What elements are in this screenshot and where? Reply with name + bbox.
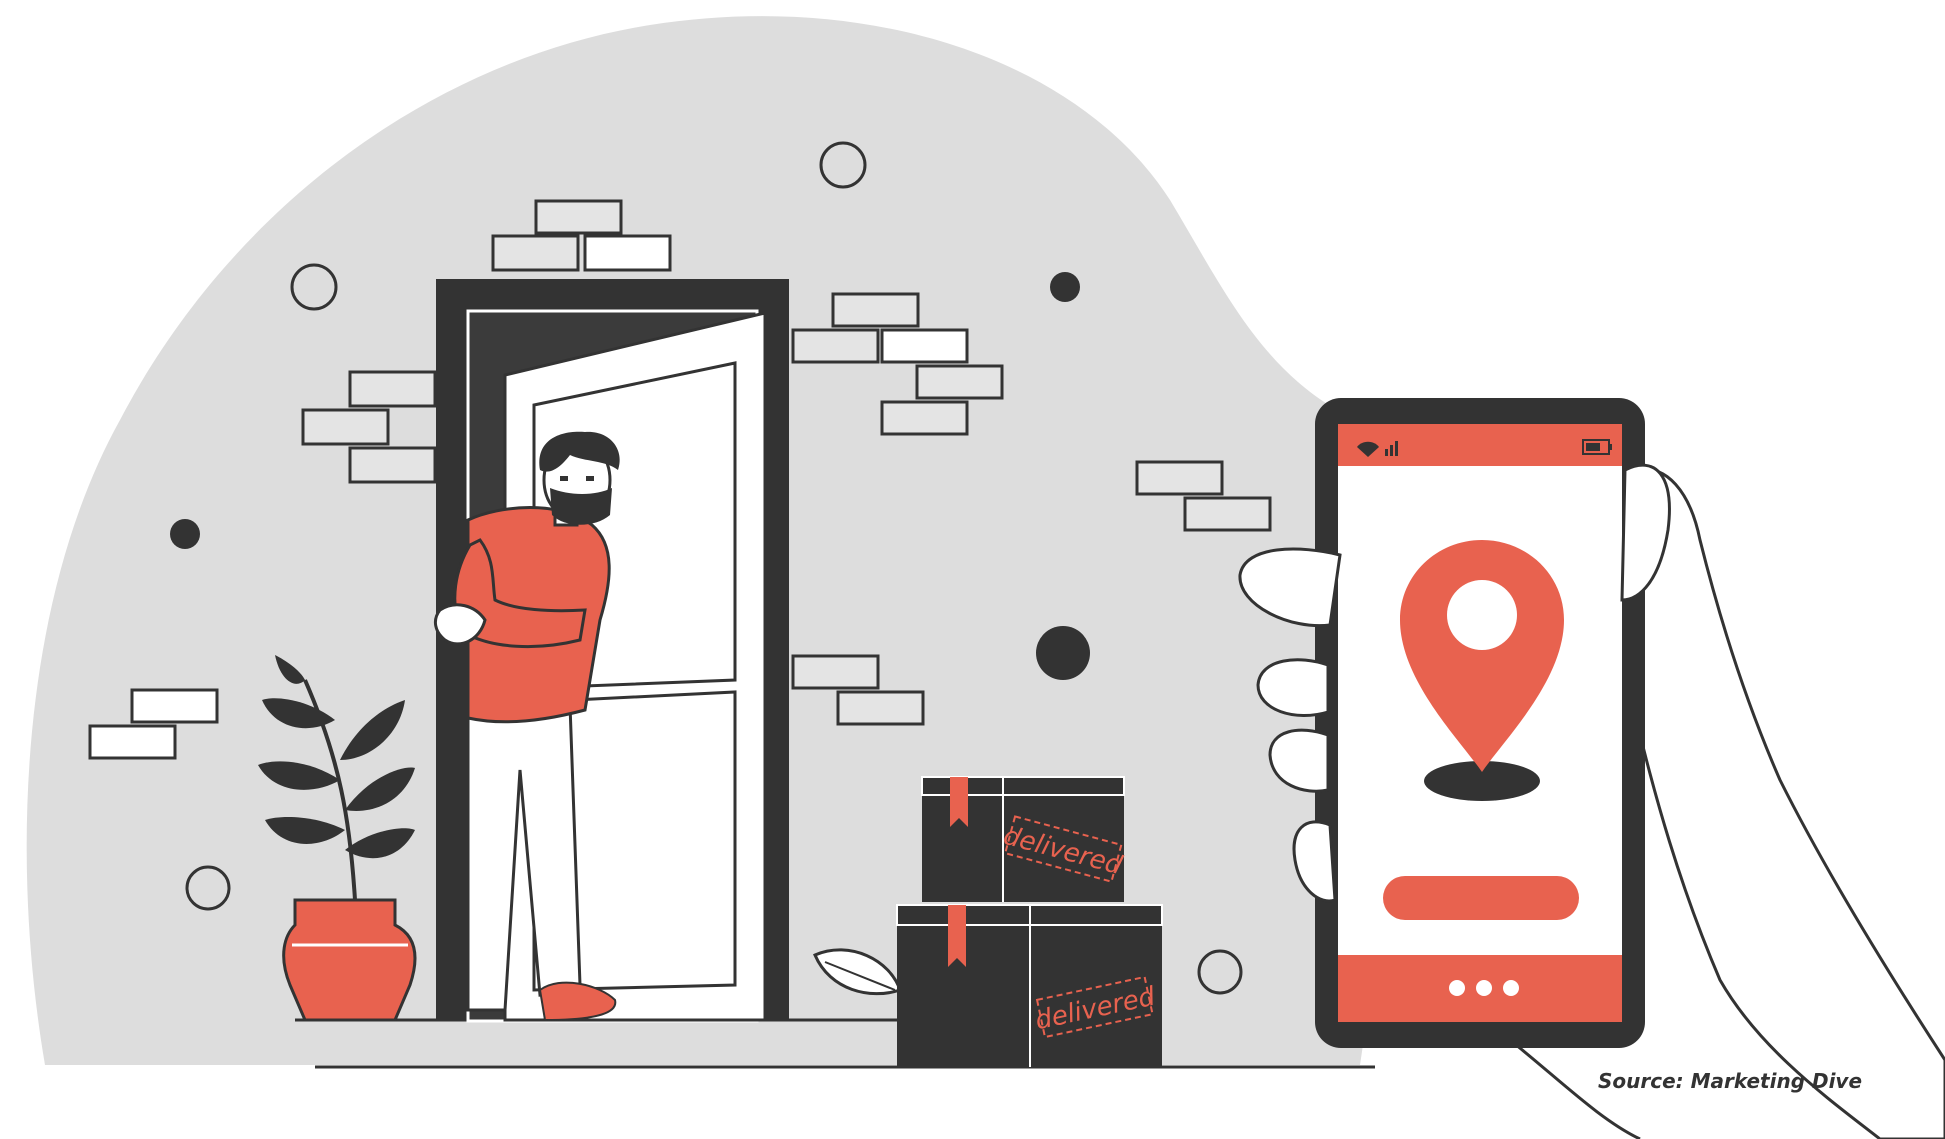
- brick: [836, 690, 925, 726]
- delivery-illustration: delivered delivered: [26, 16, 1945, 1139]
- circle-filled-decoration: [1036, 626, 1090, 680]
- man-eyes: [560, 476, 568, 481]
- delivered-boxes: delivered delivered: [896, 776, 1163, 1067]
- phone-action-bar: [1383, 876, 1579, 920]
- nav-dot-icon: [1476, 980, 1492, 996]
- box-bottom-tape: [948, 905, 966, 967]
- brick: [88, 724, 177, 760]
- brick: [880, 328, 969, 364]
- brick: [915, 364, 1004, 400]
- brick: [1183, 496, 1272, 532]
- brick: [348, 446, 437, 484]
- phone-status-bar: [1338, 424, 1622, 466]
- nav-dot-icon: [1503, 980, 1519, 996]
- circle-filled-decoration: [170, 519, 200, 549]
- hand-palm: [1606, 467, 1945, 1139]
- source-caption: Source: Marketing Dive: [1598, 1069, 1863, 1093]
- brick: [791, 328, 880, 364]
- nav-dot-icon: [1449, 980, 1465, 996]
- brick: [301, 408, 390, 446]
- brick: [791, 654, 880, 690]
- brick: [348, 370, 437, 408]
- location-pin-hole: [1447, 580, 1517, 650]
- brick: [534, 199, 623, 235]
- circle-filled-decoration: [1050, 272, 1080, 302]
- brick: [130, 688, 219, 724]
- brick: [1135, 460, 1224, 496]
- plant-pot: [282, 898, 417, 1022]
- hand-holding-phone: [1238, 398, 1945, 1139]
- brick: [491, 234, 580, 272]
- man-eyes: [586, 476, 594, 481]
- brick: [831, 292, 920, 328]
- brick: [880, 400, 969, 436]
- brick: [583, 234, 672, 272]
